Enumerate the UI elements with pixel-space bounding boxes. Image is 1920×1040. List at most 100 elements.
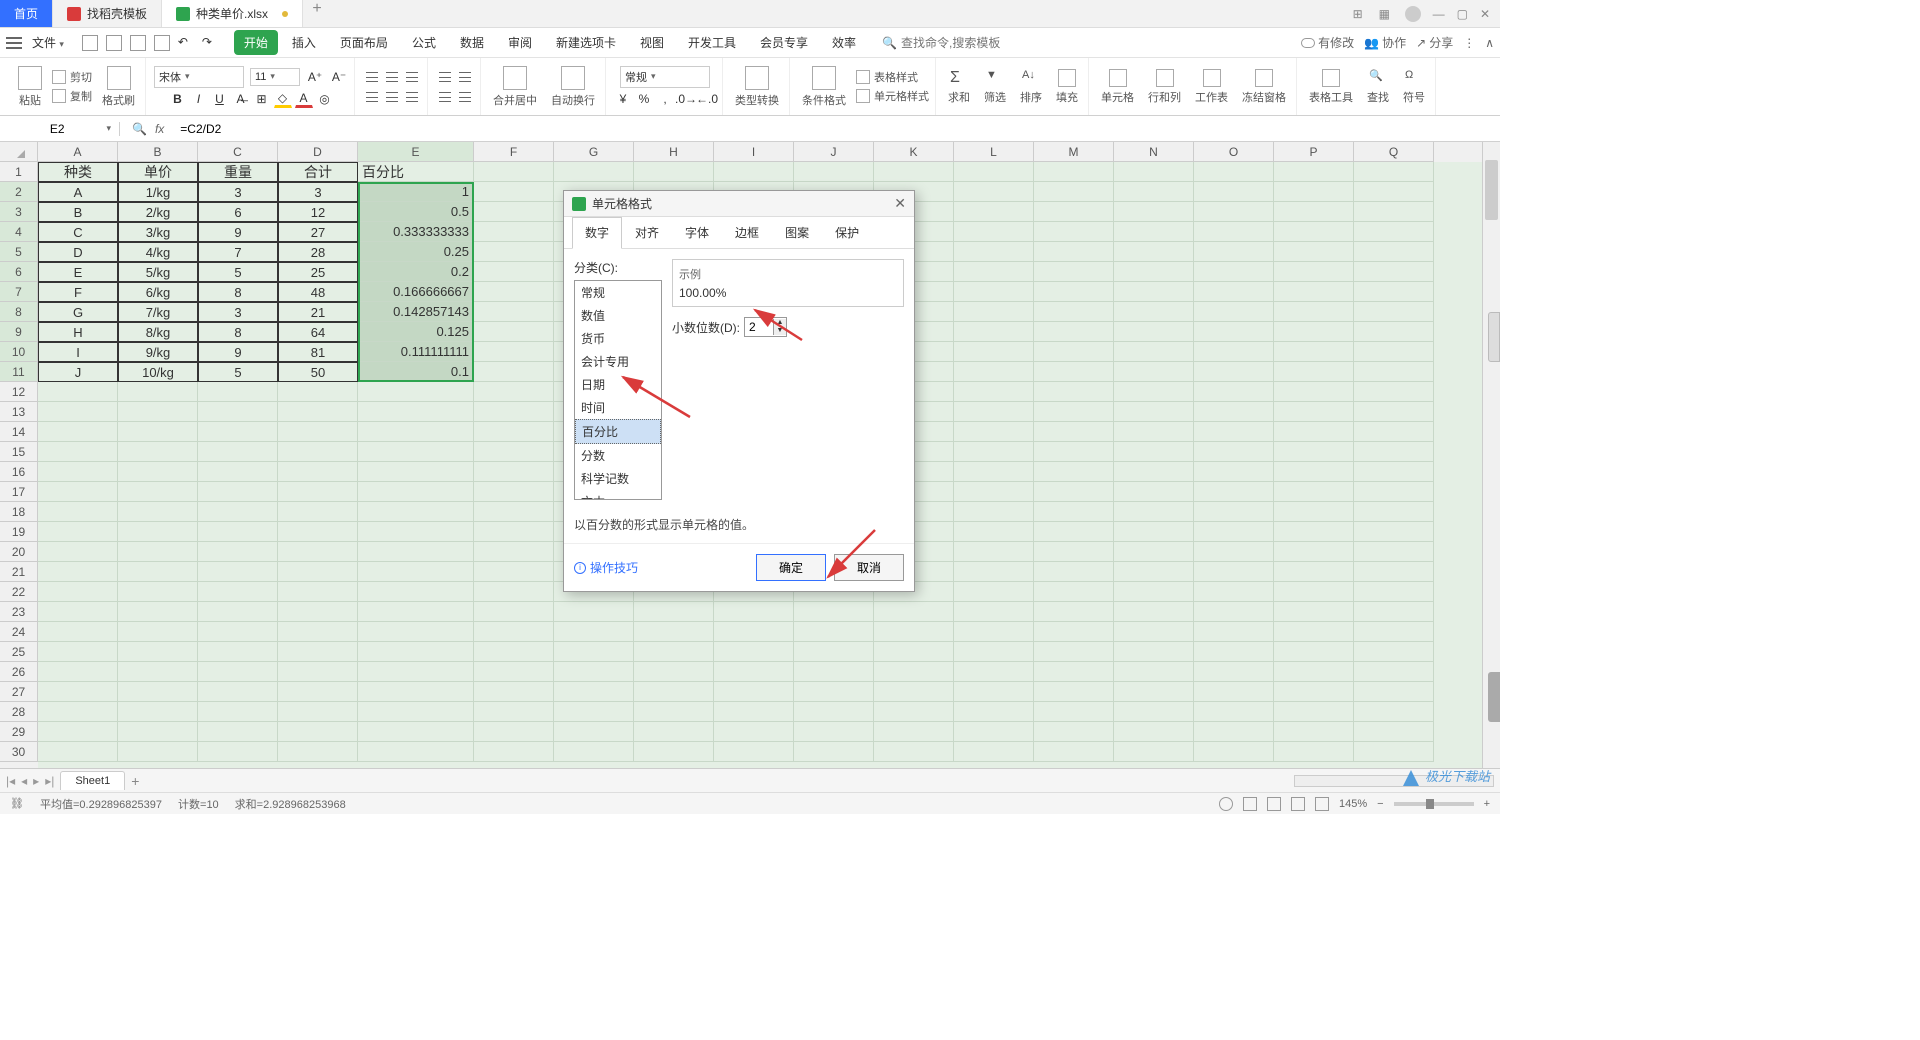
cell[interactable]: [474, 202, 554, 222]
cell[interactable]: [554, 682, 634, 702]
cell[interactable]: [954, 382, 1034, 402]
cell[interactable]: 0.142857143: [358, 302, 474, 322]
cell[interactable]: 28: [278, 242, 358, 262]
cell[interactable]: [954, 202, 1034, 222]
cell[interactable]: [714, 622, 794, 642]
cell[interactable]: [1194, 702, 1274, 722]
strikethrough-button[interactable]: A̶: [232, 90, 250, 108]
cell[interactable]: [1274, 322, 1354, 342]
comma-icon[interactable]: ,: [656, 90, 674, 108]
add-sheet-button[interactable]: +: [131, 773, 139, 789]
cell[interactable]: [1034, 362, 1114, 382]
cell[interactable]: [1274, 662, 1354, 682]
cell[interactable]: [1274, 702, 1354, 722]
cell[interactable]: [358, 442, 474, 462]
scrollbar-thumb[interactable]: [1485, 160, 1498, 220]
column-header[interactable]: P: [1274, 142, 1354, 162]
cell[interactable]: [954, 182, 1034, 202]
cell[interactable]: [118, 422, 198, 442]
cell[interactable]: 9: [198, 222, 278, 242]
cell[interactable]: [1194, 642, 1274, 662]
filter-button[interactable]: ▼筛选: [980, 67, 1010, 107]
cell[interactable]: 9/kg: [118, 342, 198, 362]
italic-button[interactable]: I: [190, 90, 208, 108]
cell[interactable]: [1114, 582, 1194, 602]
row-header[interactable]: 16: [0, 462, 38, 482]
cell[interactable]: [198, 382, 278, 402]
cell[interactable]: [474, 162, 554, 182]
cell[interactable]: [474, 322, 554, 342]
decimal-spinner[interactable]: ▲ ▼: [744, 317, 787, 337]
cell[interactable]: [1034, 242, 1114, 262]
cell[interactable]: [954, 162, 1034, 182]
symbol-button[interactable]: Ω符号: [1399, 67, 1429, 107]
cell[interactable]: 6: [198, 202, 278, 222]
zoom-in-icon[interactable]: +: [1484, 798, 1490, 810]
cell[interactable]: [554, 602, 634, 622]
cell[interactable]: [38, 642, 118, 662]
ribbon-tab-9[interactable]: 会员专享: [750, 30, 818, 55]
zoom-level[interactable]: 145%: [1339, 798, 1367, 810]
cell[interactable]: [954, 562, 1034, 582]
cell[interactable]: [1034, 262, 1114, 282]
cell[interactable]: [1034, 522, 1114, 542]
column-header[interactable]: C: [198, 142, 278, 162]
cell[interactable]: [358, 522, 474, 542]
cell[interactable]: 1: [358, 182, 474, 202]
cell[interactable]: I: [38, 342, 118, 362]
cell[interactable]: [1194, 182, 1274, 202]
cell[interactable]: [634, 162, 714, 182]
cell[interactable]: [1354, 302, 1434, 322]
cell[interactable]: 21: [278, 302, 358, 322]
cell[interactable]: [278, 422, 358, 442]
cell[interactable]: [554, 742, 634, 762]
cell[interactable]: [1034, 582, 1114, 602]
cell[interactable]: [1034, 442, 1114, 462]
cell[interactable]: [38, 402, 118, 422]
cell[interactable]: 3: [198, 182, 278, 202]
cell[interactable]: [1114, 502, 1194, 522]
cell[interactable]: [1034, 462, 1114, 482]
category-item[interactable]: 科学记数: [575, 467, 661, 490]
cell[interactable]: [954, 622, 1034, 642]
close-button[interactable]: ✕: [1480, 7, 1490, 21]
cell[interactable]: [554, 662, 634, 682]
cell[interactable]: [118, 742, 198, 762]
cell[interactable]: [1114, 242, 1194, 262]
cell[interactable]: [1274, 222, 1354, 242]
cell[interactable]: [278, 402, 358, 422]
cell[interactable]: [474, 602, 554, 622]
cell[interactable]: 8: [198, 322, 278, 342]
tips-link[interactable]: i 操作技巧: [574, 559, 638, 576]
cell[interactable]: [1274, 742, 1354, 762]
cell[interactable]: [198, 702, 278, 722]
cell[interactable]: [1114, 162, 1194, 182]
cell[interactable]: [1194, 602, 1274, 622]
row-header[interactable]: 21: [0, 562, 38, 582]
cell[interactable]: [1194, 682, 1274, 702]
row-header[interactable]: 15: [0, 442, 38, 462]
cell[interactable]: [874, 702, 954, 722]
cell[interactable]: [1114, 662, 1194, 682]
cell[interactable]: [954, 362, 1034, 382]
align-center-icon[interactable]: [383, 88, 401, 106]
row-header[interactable]: 4: [0, 222, 38, 242]
dialog-titlebar[interactable]: 单元格格式 ✕: [564, 191, 914, 217]
cell[interactable]: [1354, 662, 1434, 682]
cell[interactable]: 7: [198, 242, 278, 262]
cell[interactable]: [1034, 502, 1114, 522]
cell[interactable]: [1034, 742, 1114, 762]
column-header[interactable]: D: [278, 142, 358, 162]
cell[interactable]: [358, 382, 474, 402]
cell[interactable]: [954, 642, 1034, 662]
cell[interactable]: [1194, 422, 1274, 442]
cell[interactable]: [38, 682, 118, 702]
cell[interactable]: [38, 582, 118, 602]
table-style-button[interactable]: 表格样式: [856, 69, 929, 85]
cell[interactable]: C: [38, 222, 118, 242]
find-button[interactable]: 🔍查找: [1363, 67, 1393, 107]
cell[interactable]: [1114, 702, 1194, 722]
side-panel-toggle-2[interactable]: [1488, 672, 1500, 722]
cell[interactable]: [1194, 742, 1274, 762]
view-fullscreen-icon[interactable]: [1315, 797, 1329, 811]
